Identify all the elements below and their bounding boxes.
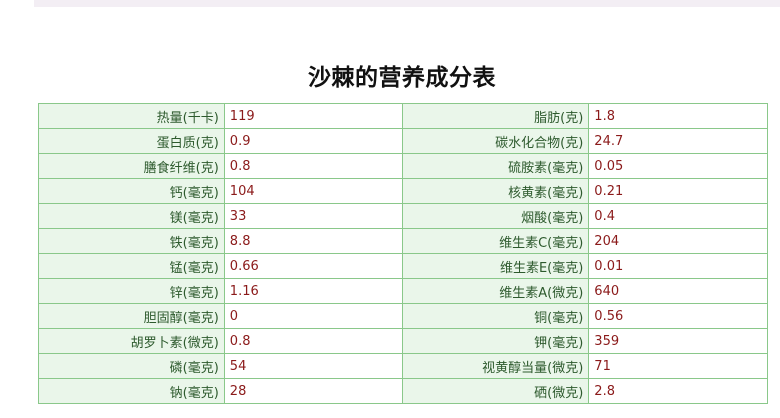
nutrient-label: 镁(毫克): [38, 203, 225, 229]
nutrient-value: 0.56: [588, 303, 768, 329]
nutrient-value: 0.8: [223, 328, 404, 354]
nutrient-label: 胡罗卜素(微克): [38, 328, 225, 354]
nutrient-label: 锌(毫克): [38, 278, 225, 304]
table-row: 钠(毫克) 28 硒(微克) 2.8: [38, 378, 768, 404]
table-row: 镁(毫克) 33 烟酸(毫克) 0.4: [38, 203, 768, 229]
nutrient-label: 钾(毫克): [402, 328, 590, 354]
nutrient-value: 0.66: [223, 253, 404, 279]
nutrient-label: 硫胺素(毫克): [402, 153, 590, 179]
nutrient-label: 烟酸(毫克): [402, 203, 590, 229]
nutrient-label: 蛋白质(克): [38, 128, 225, 154]
nutrient-value: 204: [588, 228, 768, 254]
table-row: 铁(毫克) 8.8 维生素C(毫克) 204: [38, 228, 768, 254]
nutrient-value: 0.05: [588, 153, 768, 179]
table-row: 胡罗卜素(微克) 0.8 钾(毫克) 359: [38, 328, 768, 354]
nutrient-label: 膳食纤维(克): [38, 153, 225, 179]
nutrient-label: 硒(微克): [402, 378, 590, 404]
nutrient-label: 核黄素(毫克): [402, 178, 590, 204]
nutrient-label: 碳水化合物(克): [402, 128, 590, 154]
nutrient-label: 视黄醇当量(微克): [402, 353, 590, 379]
table-row: 热量(千卡) 119 脂肪(克) 1.8: [38, 103, 768, 129]
nutrient-value: 8.8: [223, 228, 404, 254]
nutrient-value: 0.9: [223, 128, 404, 154]
table-row: 胆固醇(毫克) 0 铜(毫克) 0.56: [38, 303, 768, 329]
table-row: 锰(毫克) 0.66 维生素E(毫克) 0.01: [38, 253, 768, 279]
nutrient-label: 胆固醇(毫克): [38, 303, 225, 329]
table-row: 钙(毫克) 104 核黄素(毫克) 0.21: [38, 178, 768, 204]
nutrient-value: 24.7: [588, 128, 768, 154]
nutrient-value: 2.8: [588, 378, 768, 404]
nutrient-label: 锰(毫克): [38, 253, 225, 279]
nutrient-value: 0.21: [588, 178, 768, 204]
nutrient-label: 脂肪(克): [402, 103, 590, 129]
nutrient-value: 0: [223, 303, 404, 329]
nutrient-label: 维生素C(毫克): [402, 228, 590, 254]
nutrient-value: 0.8: [223, 153, 404, 179]
nutrient-label: 铜(毫克): [402, 303, 590, 329]
nutrient-label: 钠(毫克): [38, 378, 225, 404]
nutrient-label: 铁(毫克): [38, 228, 225, 254]
nutrition-table: 热量(千卡) 119 脂肪(克) 1.8 蛋白质(克) 0.9 碳水化合物(克)…: [38, 103, 768, 404]
nutrient-value: 28: [223, 378, 404, 404]
nutrient-label: 维生素A(微克): [402, 278, 590, 304]
nutrient-label: 钙(毫克): [38, 178, 225, 204]
nutrient-value: 640: [588, 278, 768, 304]
nutrient-label: 磷(毫克): [38, 353, 225, 379]
page-title: 沙棘的营养成分表: [308, 65, 496, 91]
table-row: 膳食纤维(克) 0.8 硫胺素(毫克) 0.05: [38, 153, 768, 179]
nutrient-value: 0.4: [588, 203, 768, 229]
nutrient-label: 维生素E(毫克): [402, 253, 590, 279]
nutrient-value: 1.16: [223, 278, 404, 304]
nutrient-value: 0.01: [588, 253, 768, 279]
nutrient-value: 359: [588, 328, 768, 354]
nutrient-label: 热量(千卡): [38, 103, 225, 129]
nutrient-value: 104: [223, 178, 404, 204]
table-row: 磷(毫克) 54 视黄醇当量(微克) 71: [38, 353, 768, 379]
table-row: 蛋白质(克) 0.9 碳水化合物(克) 24.7: [38, 128, 768, 154]
nutrient-value: 54: [223, 353, 404, 379]
nutrient-value: 33: [223, 203, 404, 229]
nutrient-value: 1.8: [588, 103, 768, 129]
top-bar: [34, 0, 780, 7]
nutrient-value: 119: [223, 103, 404, 129]
table-row: 锌(毫克) 1.16 维生素A(微克) 640: [38, 278, 768, 304]
nutrient-value: 71: [588, 353, 768, 379]
